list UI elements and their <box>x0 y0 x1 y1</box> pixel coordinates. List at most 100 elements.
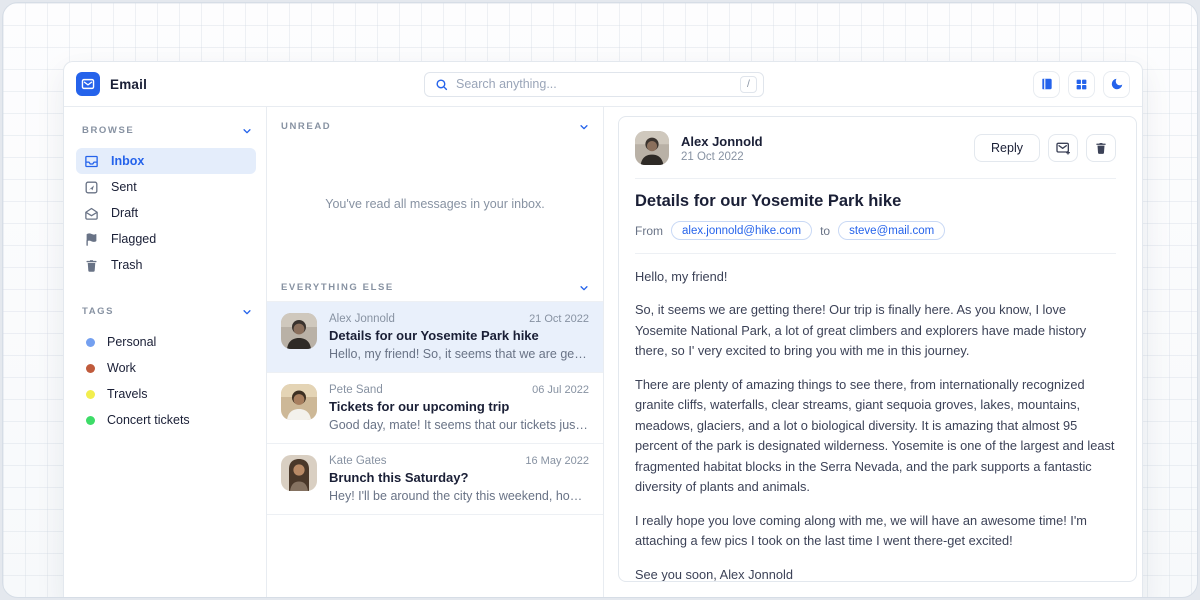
chevron-down-icon[interactable] <box>579 122 589 132</box>
detail-column: Alex Jonnold 21 Oct 2022 Reply <box>604 107 1142 598</box>
browse-label: BROWSE <box>82 125 134 136</box>
tag-color-dot <box>86 364 95 373</box>
sidebar-item-label: Draft <box>111 206 138 220</box>
message-sender: Pete Sand <box>329 384 383 396</box>
chevron-down-icon[interactable] <box>579 283 589 293</box>
body-paragraph: Hello, my friend! <box>635 267 1116 287</box>
body-paragraph: There are plenty of amazing things to se… <box>635 375 1116 498</box>
unread-label: UNREAD <box>281 121 331 132</box>
trash-icon <box>84 258 99 273</box>
sidebar-item-flagged[interactable]: Flagged <box>76 226 256 252</box>
search-bar[interactable]: / <box>424 72 764 97</box>
flag-icon <box>84 232 99 247</box>
main-columns: BROWSE Inbox <box>64 107 1142 598</box>
sidebar-item-trash[interactable]: Trash <box>76 252 256 278</box>
message-date: 06 Jul 2022 <box>532 384 589 396</box>
sidebar-item-sent[interactable]: Sent <box>76 174 256 200</box>
sent-icon <box>84 180 99 195</box>
message-row-kate[interactable]: Kate Gates 16 May 2022 Brunch this Satur… <box>267 444 603 515</box>
message-date: 21 Oct 2022 <box>529 313 589 325</box>
everything-else-section-header[interactable]: EVERYTHING ELSE <box>267 268 603 301</box>
apps-grid-icon <box>1075 78 1088 91</box>
avatar <box>281 313 317 349</box>
chevron-down-icon[interactable] <box>242 126 252 136</box>
book-button[interactable] <box>1033 71 1060 98</box>
from-label: From <box>635 224 663 238</box>
tags-label: TAGS <box>82 306 114 317</box>
email-body: Hello, my friend! So, it seems we are ge… <box>635 267 1116 582</box>
unread-empty-state: You've read all messages in your inbox. <box>267 140 603 268</box>
app-logo <box>76 72 100 96</box>
sidebar-item-label: Trash <box>111 258 143 272</box>
message-date: 16 May 2022 <box>525 455 589 467</box>
detail-subject: Details for our Yosemite Park hike <box>635 192 1116 211</box>
trash-icon <box>1094 141 1108 155</box>
inbox-icon <box>84 154 99 169</box>
message-sender: Kate Gates <box>329 455 387 467</box>
message-sender: Alex Jonnold <box>329 313 395 325</box>
email-detail-card: Alex Jonnold 21 Oct 2022 Reply <box>618 116 1137 582</box>
tag-item-concert-tickets[interactable]: Concert tickets <box>76 407 256 433</box>
sidebar-item-draft[interactable]: Draft <box>76 200 256 226</box>
to-label: to <box>820 224 830 238</box>
message-subject: Brunch this Saturday? <box>329 470 589 485</box>
tag-item-personal[interactable]: Personal <box>76 329 256 355</box>
from-to-row: From alex.jonnold@hike.com to steve@mail… <box>635 221 1116 240</box>
envelope-logo-icon <box>81 77 95 91</box>
tags-section-header[interactable]: TAGS <box>74 300 258 323</box>
sidebar-item-inbox[interactable]: Inbox <box>76 148 256 174</box>
unread-empty-text: You've read all messages in your inbox. <box>325 197 544 211</box>
book-icon <box>1040 77 1054 91</box>
sidebar-item-label: Sent <box>111 180 137 194</box>
top-bar: Email / <box>64 62 1142 107</box>
detail-sender-name: Alex Jonnold <box>681 134 763 149</box>
email-app-window: Email / <box>63 61 1143 598</box>
app-title: Email <box>110 77 147 92</box>
tag-item-travels[interactable]: Travels <box>76 381 256 407</box>
outer-canvas: Email / <box>2 2 1198 598</box>
message-preview: Good day, mate! It seems that our ticket… <box>329 418 589 432</box>
search-input[interactable] <box>456 77 740 91</box>
envelope-plus-icon <box>1055 140 1071 156</box>
tag-color-dot <box>86 390 95 399</box>
body-paragraph: See you soon, Alex Jonnold <box>635 565 1116 582</box>
sidebar-item-label: Flagged <box>111 232 156 246</box>
tag-item-work[interactable]: Work <box>76 355 256 381</box>
search-icon <box>435 78 448 91</box>
body-paragraph: I really hope you love coming along with… <box>635 511 1116 552</box>
message-row-alex[interactable]: Alex Jonnold 21 Oct 2022 Details for our… <box>267 301 603 373</box>
message-summary: Kate Gates 16 May 2022 Brunch this Satur… <box>329 455 589 503</box>
reply-button[interactable]: Reply <box>974 134 1040 162</box>
tag-color-dot <box>86 338 95 347</box>
avatar <box>635 131 669 165</box>
message-list-column: UNREAD You've read all messages in your … <box>266 107 604 598</box>
detail-actions: Reply <box>974 134 1116 162</box>
to-email-chip[interactable]: steve@mail.com <box>838 221 945 240</box>
delete-email-button[interactable] <box>1086 134 1116 162</box>
avatar <box>281 455 317 491</box>
message-subject: Details for our Yosemite Park hike <box>329 328 589 343</box>
message-summary: Pete Sand 06 Jul 2022 Tickets for our up… <box>329 384 589 432</box>
apps-grid-button[interactable] <box>1068 71 1095 98</box>
dark-mode-toggle[interactable] <box>1103 71 1130 98</box>
sender-identity: Alex Jonnold 21 Oct 2022 <box>681 134 763 163</box>
detail-header: Alex Jonnold 21 Oct 2022 Reply <box>635 131 1116 165</box>
sidebar-item-label: Inbox <box>111 154 144 168</box>
draft-icon <box>84 206 99 221</box>
message-preview: Hello, my friend! So, it seems that we a… <box>329 347 589 361</box>
tag-label: Work <box>107 361 136 375</box>
divider <box>635 253 1116 254</box>
tag-label: Travels <box>107 387 148 401</box>
moon-icon <box>1110 77 1124 91</box>
message-summary: Alex Jonnold 21 Oct 2022 Details for our… <box>329 313 589 361</box>
tag-label: Concert tickets <box>107 413 190 427</box>
message-row-pete[interactable]: Pete Sand 06 Jul 2022 Tickets for our up… <box>267 373 603 444</box>
from-email-chip[interactable]: alex.jonnold@hike.com <box>671 221 812 240</box>
chevron-down-icon[interactable] <box>242 307 252 317</box>
browse-section-header[interactable]: BROWSE <box>74 119 258 142</box>
message-preview: Hey! I'll be around the city this weeken… <box>329 489 589 503</box>
search-shortcut-badge: / <box>740 76 757 93</box>
tag-color-dot <box>86 416 95 425</box>
forward-email-button[interactable] <box>1048 134 1078 162</box>
unread-section-header[interactable]: UNREAD <box>267 107 603 140</box>
